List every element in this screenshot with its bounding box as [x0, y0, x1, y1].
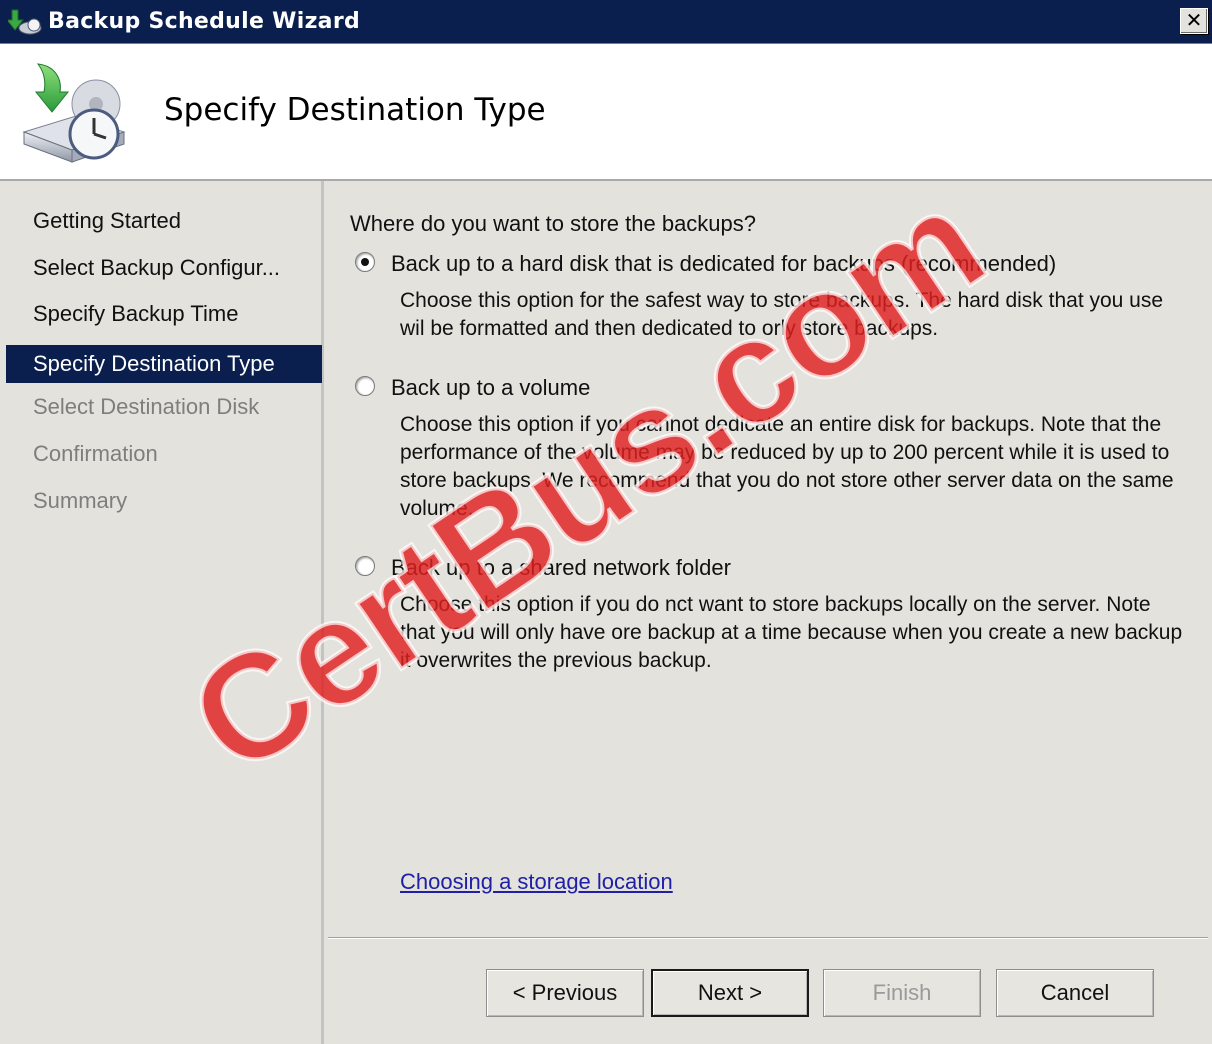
wizard-content: Where do you want to store the backups? …: [324, 181, 1212, 1044]
button-separator: [328, 937, 1208, 939]
wizard-header: Specify Destination Type: [0, 44, 1212, 181]
close-icon: ✕: [1185, 8, 1203, 32]
previous-button[interactable]: < Previous: [486, 969, 644, 1017]
step-select-destination-disk: Select Destination Disk: [33, 394, 260, 419]
cancel-button[interactable]: Cancel: [996, 969, 1154, 1017]
step-getting-started[interactable]: Getting Started: [6, 202, 322, 240]
backup-schedule-icon: [22, 63, 126, 163]
option-network-folder-description: Choose this option if you do nct want to…: [400, 593, 1183, 672]
page-title: Specify Destination Type: [164, 92, 546, 128]
radio-network-folder[interactable]: [355, 556, 375, 576]
option-volume-label[interactable]: Back up to a volume: [391, 375, 590, 401]
step-summary: Summary: [33, 488, 128, 513]
title-bar: Backup Schedule Wizard ✕: [0, 0, 1212, 44]
radio-selected-dot: [361, 258, 369, 266]
finish-button: Finish: [823, 969, 981, 1017]
option-volume-description: Choose this option if you cannot dedicat…: [400, 413, 1174, 520]
radio-dedicated-disk[interactable]: [355, 252, 375, 272]
window-title: Backup Schedule Wizard: [48, 9, 361, 34]
wizard-steps-sidebar: Getting Started Select Backup Configur..…: [0, 181, 324, 1044]
backup-app-icon: [8, 9, 42, 35]
option-network-folder-label[interactable]: Back up to a shared network folder: [391, 555, 731, 581]
step-select-backup-configuration[interactable]: Select Backup Configur...: [6, 249, 322, 287]
radio-volume[interactable]: [355, 376, 375, 396]
step-specify-backup-time[interactable]: Specify Backup Time: [6, 295, 322, 333]
destination-question: Where do you want to store the backups?: [350, 211, 757, 236]
option-dedicated-disk-description: Choose this option for the safest way to…: [400, 289, 1164, 340]
step-specify-destination-type[interactable]: Specify Destination Type: [6, 345, 322, 383]
option-dedicated-disk-label[interactable]: Back up to a hard disk that is dedicated…: [391, 251, 1056, 277]
close-button[interactable]: ✕: [1180, 8, 1208, 34]
storage-location-help-link[interactable]: Choosing a storage location: [400, 869, 673, 895]
step-confirmation: Confirmation: [33, 441, 158, 466]
next-button[interactable]: Next >: [651, 969, 809, 1017]
